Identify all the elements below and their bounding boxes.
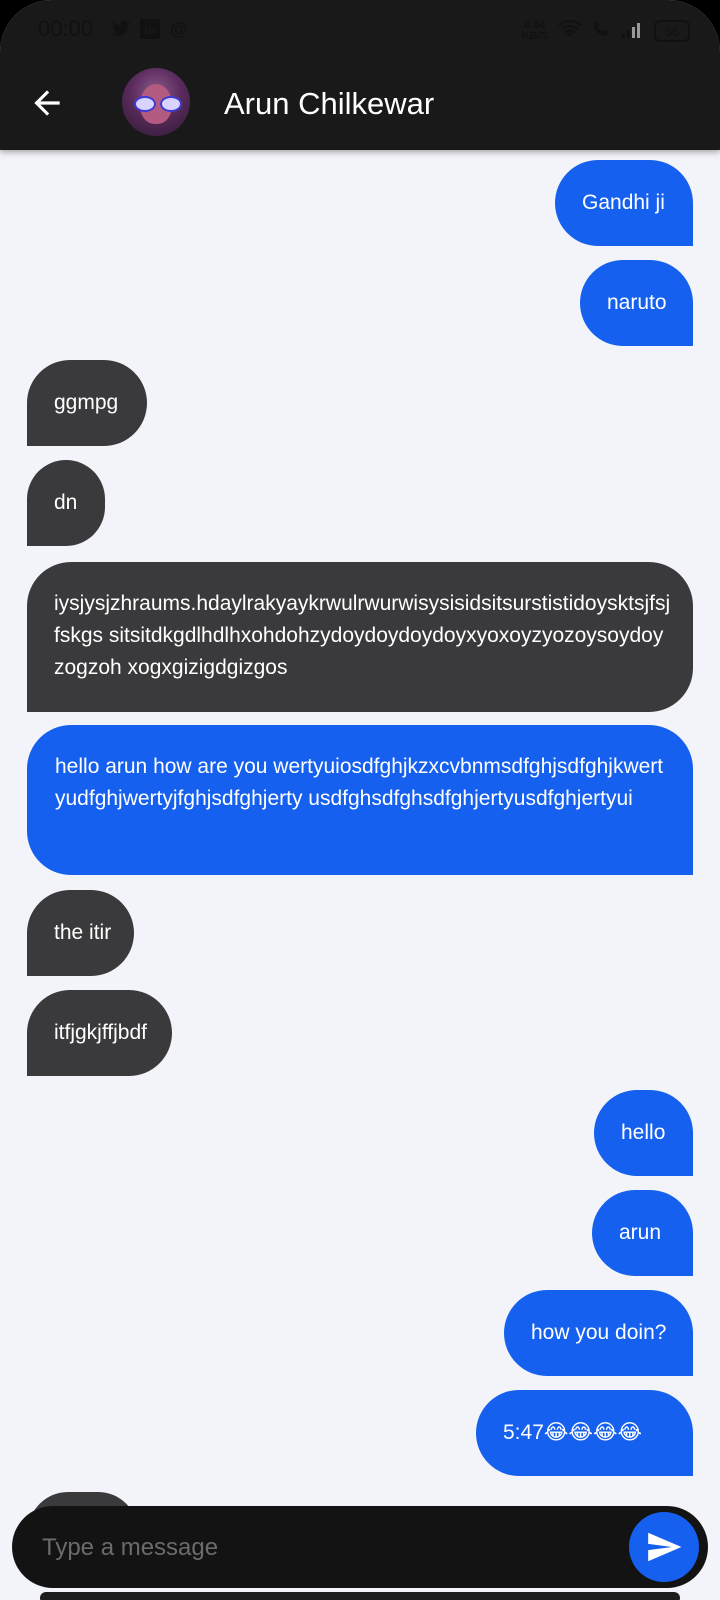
back-button[interactable] bbox=[28, 84, 66, 122]
signal-icon bbox=[622, 18, 644, 44]
status-time: 00:00 bbox=[38, 16, 94, 41]
message-bubble[interactable]: dn bbox=[27, 460, 105, 546]
message-bubble[interactable]: Gandhi ji bbox=[555, 160, 693, 246]
network-speed: 0.04 KB/S bbox=[521, 19, 548, 42]
message-list[interactable]: Gandhi ji naruto ggmpg dn iysjysjzhraums… bbox=[0, 150, 720, 1480]
wifi-icon bbox=[558, 18, 582, 44]
message-bubble[interactable]: itfjgkjffjbdf bbox=[27, 990, 172, 1076]
twitter-icon bbox=[110, 18, 132, 40]
message-bubble[interactable]: iysjysjzhraums.hdaylrakyaykrwulrwurwisys… bbox=[27, 562, 693, 712]
message-bubble[interactable]: how you doin? bbox=[504, 1290, 693, 1376]
contact-name[interactable]: Arun Chilkewar bbox=[224, 86, 434, 122]
message-bubble[interactable]: hello arun how are you wertyuiosdfghjkzx… bbox=[27, 725, 693, 875]
contact-avatar[interactable] bbox=[122, 68, 190, 136]
message-bubble[interactable]: naruto bbox=[580, 260, 693, 346]
message-bubble[interactable]: hello bbox=[594, 1090, 693, 1176]
linkedin-icon: in bbox=[140, 19, 160, 39]
app-bar: 00:00 in @ 0.04 KB/S 56 Arun Chilkewar bbox=[0, 0, 720, 150]
status-right-icons: 0.04 KB/S 56 bbox=[522, 18, 690, 44]
message-bubble[interactable]: ggmpg bbox=[27, 360, 147, 446]
arrow-left-icon bbox=[34, 90, 60, 116]
at-icon: @ bbox=[170, 18, 188, 39]
message-input[interactable] bbox=[40, 1524, 604, 1572]
chat-screen: 00:00 in @ 0.04 KB/S 56 Arun Chilkewar G… bbox=[0, 0, 720, 1600]
message-composer bbox=[12, 1506, 708, 1588]
status-bar: 00:00 in @ 0.04 KB/S 56 bbox=[0, 14, 720, 50]
wifi-calling-icon bbox=[592, 18, 612, 44]
status-notification-icons: in @ bbox=[110, 18, 190, 40]
message-bubble[interactable]: arun bbox=[592, 1190, 693, 1276]
battery-indicator: 56 bbox=[654, 20, 690, 42]
bottom-edge bbox=[40, 1592, 680, 1600]
send-icon bbox=[648, 1532, 682, 1562]
message-bubble[interactable]: 5:47😂😂😂😂 bbox=[476, 1390, 693, 1476]
message-bubble[interactable]: the itir bbox=[27, 890, 134, 976]
send-button[interactable] bbox=[629, 1512, 699, 1582]
